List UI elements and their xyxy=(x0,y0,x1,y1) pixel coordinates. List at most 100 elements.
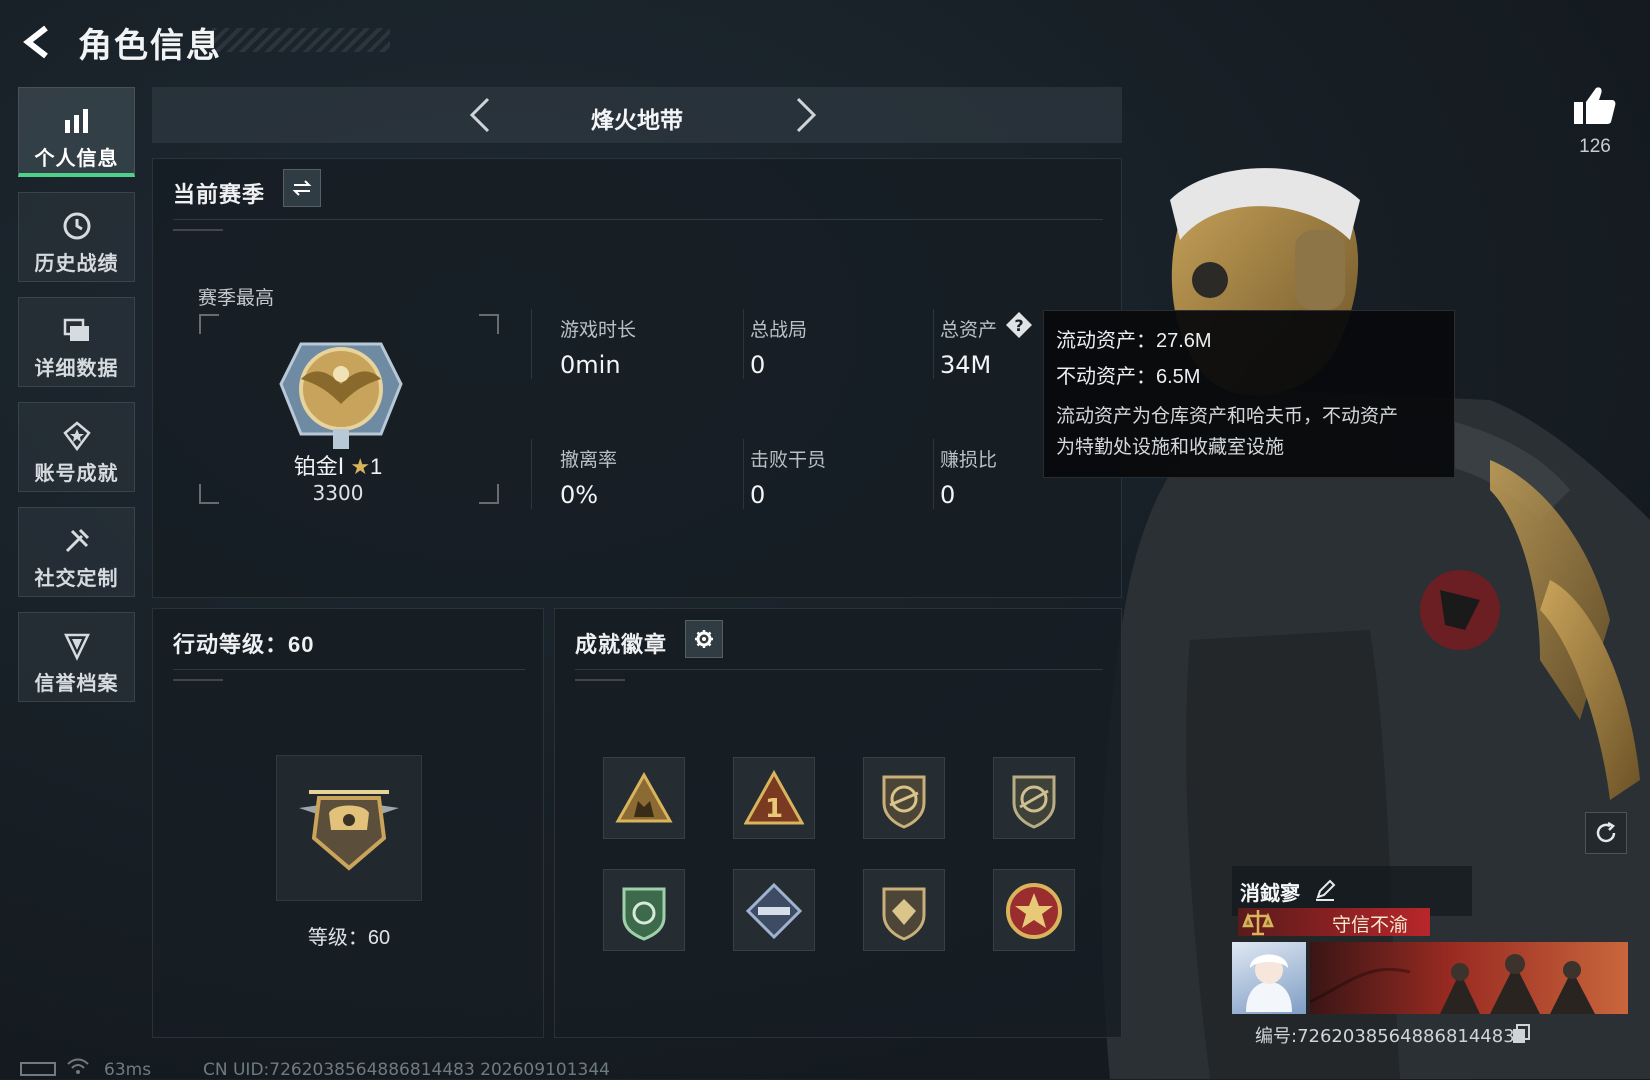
tooltip-desc-line: 为特勤处设施和收藏室设施 xyxy=(1056,437,1285,458)
rank-row: 铂金Ⅰ ★1 xyxy=(223,449,453,481)
achievement-badge[interactable] xyxy=(863,869,945,951)
player-name: 消鉞寥 xyxy=(1240,883,1300,905)
achievement-badge[interactable]: 1 xyxy=(733,757,815,839)
title-decoration xyxy=(212,28,390,52)
gear-icon xyxy=(695,630,713,648)
stat-value: 0 xyxy=(750,351,766,379)
honor-title: 守信不渝 xyxy=(1331,915,1408,936)
frame-corner xyxy=(479,314,499,334)
stat-label: 游戏时长 xyxy=(560,320,637,341)
achievement-badge[interactable] xyxy=(993,757,1075,839)
stat-value: 34M xyxy=(940,351,992,379)
battery-icon xyxy=(20,1062,56,1076)
help-icon[interactable]: ? xyxy=(1005,311,1033,339)
stat-value: 0% xyxy=(560,481,599,509)
achievements-panel: 成就徽章 1 xyxy=(554,608,1122,1038)
star-icon: ★ xyxy=(350,454,371,479)
achievement-badge[interactable] xyxy=(993,869,1075,951)
nav-item-label: 信誉档案 xyxy=(34,673,119,695)
nav-item-details[interactable]: 详细数据 xyxy=(18,297,135,387)
stat-label: 总战局 xyxy=(750,320,808,341)
shield-icon xyxy=(63,633,90,661)
page-title: 角色信息 xyxy=(78,27,222,65)
avatar-portrait xyxy=(1246,954,1292,1012)
action-level-title: 行动等级：60 xyxy=(173,632,315,657)
chevron-right-icon[interactable] xyxy=(784,95,824,135)
nav-item-label: 个人信息 xyxy=(34,148,119,170)
swap-icon xyxy=(292,180,312,196)
nav-item-history[interactable]: 历史战绩 xyxy=(18,192,135,282)
stat-label: 击败干员 xyxy=(750,450,827,471)
diamond-gun-badge-icon xyxy=(745,882,803,940)
fixed-assets: 不动资产：6.5M xyxy=(1056,366,1201,388)
rank-eagle-icon xyxy=(279,342,403,449)
nav-item-label: 历史战绩 xyxy=(34,253,119,275)
svg-text:?: ? xyxy=(1014,316,1023,335)
achievement-badge[interactable] xyxy=(733,869,815,951)
back-arrow-icon[interactable] xyxy=(18,22,58,62)
action-level-panel: 行动等级：60 等级：60 xyxy=(152,608,544,1038)
stat-separator xyxy=(531,439,532,509)
name-card-banner[interactable] xyxy=(1310,942,1628,1014)
nav-item-social[interactable]: 社交定制 xyxy=(18,507,135,597)
thumbs-up-icon[interactable] xyxy=(1572,84,1616,126)
svg-text:1: 1 xyxy=(765,794,783,824)
rank-score: 3300 xyxy=(312,481,364,505)
stat-separator xyxy=(743,309,744,379)
refresh-icon xyxy=(1596,821,1616,843)
liquid-assets: 流动资产：27.6M xyxy=(1056,330,1212,352)
mode-title: 烽火地带 xyxy=(591,107,683,133)
achievement-badge[interactable] xyxy=(603,869,685,951)
stat-value: 0 xyxy=(940,481,956,509)
avatar[interactable] xyxy=(1232,942,1306,1014)
rotate-model-button[interactable] xyxy=(1585,812,1627,854)
card-uid: 编号:7262038564886814483 xyxy=(1255,1026,1515,1047)
helicopter-emblem-icon xyxy=(299,790,399,871)
ping-text: 63ms xyxy=(104,1060,152,1080)
stat-separator xyxy=(933,309,934,379)
gem-shield-badge-icon xyxy=(882,887,926,941)
stat-value: 0 xyxy=(750,481,766,509)
nav-item-achievements[interactable]: 账号成就 xyxy=(18,402,135,492)
badge-settings-button[interactable] xyxy=(685,620,723,658)
stat-value: 0min xyxy=(560,351,621,379)
stat-label: 赚损比 xyxy=(940,450,998,471)
honor-scale-icon xyxy=(1242,910,1274,936)
achievement-badge[interactable] xyxy=(603,757,685,839)
divider-accent xyxy=(575,679,625,681)
copy-icon[interactable] xyxy=(1512,1024,1530,1044)
achievements-title: 成就徽章 xyxy=(575,632,668,657)
wifi-icon xyxy=(67,1058,89,1074)
squad-badge-icon xyxy=(615,771,673,823)
level-emblem-frame xyxy=(276,755,422,901)
mode-selector: 烽火地带 xyxy=(152,87,1122,143)
divider-accent xyxy=(173,679,223,681)
tooltip-desc-line: 流动资产为仓库资产和哈夫币，不动资产 xyxy=(1056,406,1399,427)
footer-uid: CN UID:7262038564886814483 202609101344 xyxy=(203,1060,610,1080)
green-shield-badge-icon xyxy=(622,887,666,941)
assets-tooltip: 流动资产：27.6M 不动资产：6.5M 流动资产为仓库资产和哈夫币，不动资产 … xyxy=(1043,310,1455,478)
achievement-badge[interactable] xyxy=(863,757,945,839)
nav-item-personal-info[interactable]: 个人信息 xyxy=(18,87,135,177)
season-highest-label: 赛季最高 xyxy=(198,288,275,309)
medal-icon xyxy=(62,421,91,451)
frame-corner xyxy=(199,484,219,504)
rank-stars: 1 xyxy=(370,454,383,479)
divider xyxy=(173,669,525,670)
edit-name-icon[interactable] xyxy=(1314,879,1336,901)
frame-corner xyxy=(479,484,499,504)
season-panel: 当前赛季 赛季最高 铂金Ⅰ ★1 3300 游戏时长 0min 总战局 0 总资… xyxy=(152,158,1122,598)
stat-separator xyxy=(743,439,744,509)
nav-item-label: 详细数据 xyxy=(34,358,119,380)
stat-label: 总资产 xyxy=(940,320,998,341)
bar-chart-icon xyxy=(64,109,88,133)
like-count: 126 xyxy=(1579,136,1611,157)
squad-artwork xyxy=(1310,954,1595,1014)
rifle-shield-badge-icon xyxy=(882,775,926,829)
tooltip-description: 流动资产为仓库资产和哈夫币，不动资产 为特勤处设施和收藏室设施 xyxy=(1056,401,1442,463)
season-title: 当前赛季 xyxy=(173,182,266,207)
rank-one-badge-icon: 1 xyxy=(744,769,804,825)
nav-item-reputation[interactable]: 信誉档案 xyxy=(18,612,135,702)
switch-season-button[interactable] xyxy=(283,169,321,207)
sniper-shield-badge-icon xyxy=(1012,775,1056,829)
